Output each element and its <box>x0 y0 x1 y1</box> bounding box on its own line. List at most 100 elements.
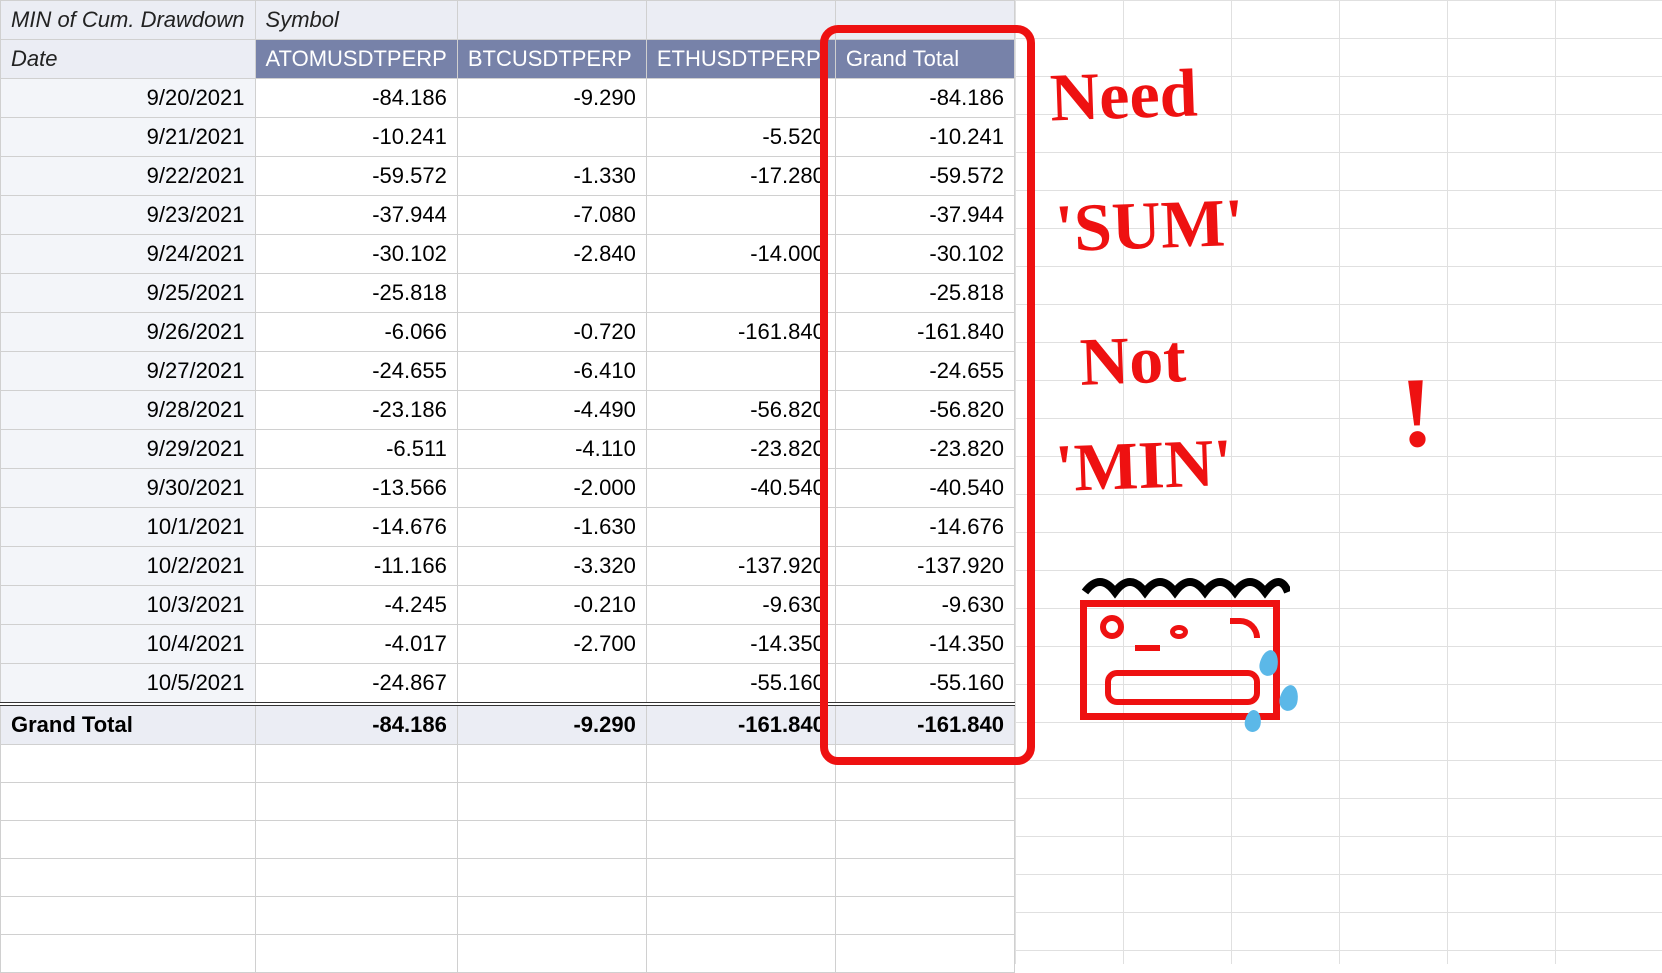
cell-value[interactable]: -11.166 <box>255 547 457 586</box>
row-date[interactable]: 10/1/2021 <box>1 508 256 547</box>
cell-value[interactable] <box>457 274 646 313</box>
row-date[interactable]: 9/27/2021 <box>1 352 256 391</box>
pivot-col-header-grand-total[interactable]: Grand Total <box>835 40 1014 79</box>
pivot-col-header-0[interactable]: ATOMUSDTPERP <box>255 40 457 79</box>
cell-value[interactable] <box>646 79 835 118</box>
cell-value[interactable]: -5.520 <box>646 118 835 157</box>
cell-value[interactable]: -55.160 <box>646 664 835 705</box>
cell-value[interactable]: -9.290 <box>457 79 646 118</box>
cell-value[interactable]: -14.350 <box>835 625 1014 664</box>
cell-value[interactable]: -30.102 <box>835 235 1014 274</box>
pivot-col-header-1[interactable]: BTCUSDTPERP <box>457 40 646 79</box>
cell-value[interactable]: -59.572 <box>255 157 457 196</box>
cell-value[interactable]: -24.655 <box>835 352 1014 391</box>
cell-value[interactable]: -10.241 <box>835 118 1014 157</box>
pivot-header-blank[interactable] <box>457 1 646 40</box>
cell-value[interactable]: -23.186 <box>255 391 457 430</box>
cell-value[interactable]: -4.110 <box>457 430 646 469</box>
row-date[interactable]: 9/20/2021 <box>1 79 256 118</box>
cell-value[interactable]: -3.320 <box>457 547 646 586</box>
table-row: 9/20/2021-84.186-9.290-84.186 <box>1 79 1015 118</box>
cell-value[interactable]: -30.102 <box>255 235 457 274</box>
cell-value[interactable]: -23.820 <box>835 430 1014 469</box>
cell-value[interactable]: -23.820 <box>646 430 835 469</box>
cell-value[interactable]: -14.676 <box>835 508 1014 547</box>
grand-total-c2[interactable]: -161.840 <box>646 704 835 745</box>
cell-value[interactable]: -13.566 <box>255 469 457 508</box>
table-row: 9/27/2021-24.655-6.410-24.655 <box>1 352 1015 391</box>
cell-value[interactable]: -40.540 <box>646 469 835 508</box>
cell-value[interactable]: -6.066 <box>255 313 457 352</box>
cell-value[interactable]: -4.017 <box>255 625 457 664</box>
row-date[interactable]: 9/24/2021 <box>1 235 256 274</box>
grand-total-c1[interactable]: -9.290 <box>457 704 646 745</box>
pivot-col-header-2[interactable]: ETHUSDTPERP <box>646 40 835 79</box>
cell-value[interactable]: -7.080 <box>457 196 646 235</box>
row-date[interactable]: 10/3/2021 <box>1 586 256 625</box>
cell-value[interactable]: -4.490 <box>457 391 646 430</box>
cell-value[interactable]: -161.840 <box>835 313 1014 352</box>
cell-value[interactable] <box>457 118 646 157</box>
grand-total-c3[interactable]: -161.840 <box>835 704 1014 745</box>
cell-value[interactable]: -10.241 <box>255 118 457 157</box>
cell-value[interactable]: -24.867 <box>255 664 457 705</box>
cell-value[interactable]: -0.720 <box>457 313 646 352</box>
cell-value[interactable]: -14.676 <box>255 508 457 547</box>
cell-value[interactable]: -59.572 <box>835 157 1014 196</box>
table-row: 9/23/2021-37.944-7.080-37.944 <box>1 196 1015 235</box>
cell-value[interactable]: -9.630 <box>835 586 1014 625</box>
cell-value[interactable]: -25.818 <box>255 274 457 313</box>
row-date[interactable]: 10/4/2021 <box>1 625 256 664</box>
row-date[interactable]: 9/30/2021 <box>1 469 256 508</box>
row-date[interactable]: 9/22/2021 <box>1 157 256 196</box>
cell-value[interactable]: -84.186 <box>255 79 457 118</box>
cell-value[interactable]: -137.920 <box>646 547 835 586</box>
row-date[interactable]: 9/28/2021 <box>1 391 256 430</box>
cell-value[interactable]: -56.820 <box>835 391 1014 430</box>
row-date[interactable]: 9/21/2021 <box>1 118 256 157</box>
cell-value[interactable] <box>646 352 835 391</box>
pivot-row-field-label[interactable]: Date <box>1 40 256 79</box>
pivot-header-blank[interactable] <box>835 1 1014 40</box>
row-date[interactable]: 10/2/2021 <box>1 547 256 586</box>
cell-value[interactable]: -14.000 <box>646 235 835 274</box>
cell-value[interactable]: -55.160 <box>835 664 1014 705</box>
cell-value[interactable] <box>457 664 646 705</box>
pivot-header-blank[interactable] <box>646 1 835 40</box>
grand-total-label[interactable]: Grand Total <box>1 704 256 745</box>
cell-value[interactable]: -37.944 <box>255 196 457 235</box>
cell-value[interactable]: -6.410 <box>457 352 646 391</box>
table-row: 9/28/2021-23.186-4.490-56.820-56.820 <box>1 391 1015 430</box>
cell-value[interactable] <box>646 508 835 547</box>
cell-value[interactable] <box>646 274 835 313</box>
cell-value[interactable]: -37.944 <box>835 196 1014 235</box>
cell-value[interactable]: -2.840 <box>457 235 646 274</box>
grand-total-c0[interactable]: -84.186 <box>255 704 457 745</box>
pivot-corner-label[interactable]: MIN of Cum. Drawdown <box>1 1 256 40</box>
cell-value[interactable] <box>646 196 835 235</box>
cell-value[interactable]: -1.330 <box>457 157 646 196</box>
pivot-col-field-label[interactable]: Symbol <box>255 1 457 40</box>
cell-value[interactable]: -14.350 <box>646 625 835 664</box>
cell-value[interactable]: -0.210 <box>457 586 646 625</box>
cell-value[interactable]: -2.700 <box>457 625 646 664</box>
cell-value[interactable]: -24.655 <box>255 352 457 391</box>
cell-value[interactable]: -137.920 <box>835 547 1014 586</box>
cell-value[interactable]: -84.186 <box>835 79 1014 118</box>
row-date[interactable]: 9/29/2021 <box>1 430 256 469</box>
cell-value[interactable]: -4.245 <box>255 586 457 625</box>
cell-value[interactable]: -2.000 <box>457 469 646 508</box>
cell-value[interactable]: -9.630 <box>646 586 835 625</box>
cell-value[interactable]: -161.840 <box>646 313 835 352</box>
cell-value[interactable]: -56.820 <box>646 391 835 430</box>
cell-value[interactable]: -17.280 <box>646 157 835 196</box>
cell-value[interactable]: -1.630 <box>457 508 646 547</box>
row-date[interactable]: 9/25/2021 <box>1 274 256 313</box>
cell-value[interactable]: -40.540 <box>835 469 1014 508</box>
cell-value[interactable]: -25.818 <box>835 274 1014 313</box>
row-date[interactable]: 9/23/2021 <box>1 196 256 235</box>
row-date[interactable]: 9/26/2021 <box>1 313 256 352</box>
cell-value[interactable]: -6.511 <box>255 430 457 469</box>
row-date[interactable]: 10/5/2021 <box>1 664 256 705</box>
spreadsheet-empty-grid[interactable] <box>1015 0 1662 964</box>
